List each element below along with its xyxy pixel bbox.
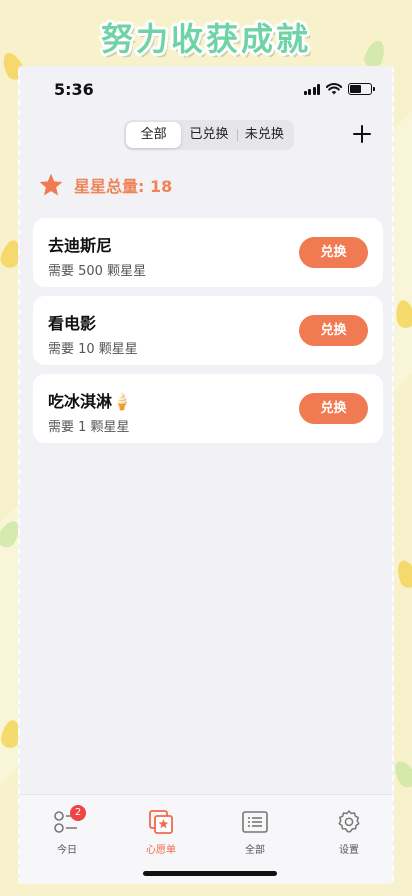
filter-tab-all[interactable]: 全部 <box>126 122 182 148</box>
wish-title: 去迪斯尼 <box>48 236 113 255</box>
wish-title: 吃冰淇淋🍦 <box>48 392 132 411</box>
tab-label: 设置 <box>339 845 359 856</box>
app-banner-title: 努力收获成就 <box>100 20 311 58</box>
wifi-icon <box>326 83 342 95</box>
tab-today[interactable]: 2 今日 <box>32 805 102 856</box>
cellular-signal-icon <box>303 83 320 95</box>
redeem-button[interactable]: 兑换 <box>299 393 368 424</box>
wish-card: 看电影 需要 10 颗星星 兑换 <box>33 296 383 365</box>
status-bar: 5:36 <box>20 80 392 104</box>
status-icons <box>303 83 375 95</box>
redeem-button[interactable]: 兑换 <box>299 315 368 346</box>
filter-segmented-control: 全部 已兑换 未兑换 <box>124 120 294 150</box>
tab-label: 全部 <box>245 845 265 856</box>
tab-label: 今日 <box>57 845 77 856</box>
wish-cost: 需要 10 颗星星 <box>48 342 138 357</box>
wishlist-star-icon <box>149 810 173 834</box>
battery-icon <box>348 83 375 95</box>
wish-cost: 需要 500 颗星星 <box>48 264 147 279</box>
filter-tab-redeemed[interactable]: 已兑换 <box>181 122 236 148</box>
home-indicator <box>143 871 277 876</box>
tab-wishlist[interactable]: 心愿单 <box>126 809 196 856</box>
gear-icon <box>338 810 360 833</box>
tab-settings[interactable]: 设置 <box>314 809 384 856</box>
star-icon <box>39 173 63 196</box>
status-time: 5:36 <box>54 80 94 99</box>
star-total-summary: 星星总量: 18 <box>38 172 172 198</box>
document-list-icon <box>242 811 268 833</box>
star-total-text: 星星总量: 18 <box>74 177 173 196</box>
notification-badge: 2 <box>70 805 86 821</box>
app-screen: 5:36 全部 已兑换 未兑换 星星总量: 18 去迪斯尼 需要 500 颗星星… <box>18 66 394 884</box>
wish-card: 去迪斯尼 需要 500 颗星星 兑换 <box>33 218 383 287</box>
tab-label: 心愿单 <box>146 845 176 856</box>
wish-cost: 需要 1 颗星星 <box>48 420 130 435</box>
add-wish-button[interactable] <box>348 120 376 150</box>
tab-all[interactable]: 全部 <box>220 809 290 856</box>
redeem-button[interactable]: 兑换 <box>299 237 368 268</box>
filter-tab-unredeemed[interactable]: 未兑换 <box>236 122 292 148</box>
wish-card: 吃冰淇淋🍦 需要 1 颗星星 兑换 <box>33 374 383 443</box>
wish-title: 看电影 <box>48 314 97 333</box>
